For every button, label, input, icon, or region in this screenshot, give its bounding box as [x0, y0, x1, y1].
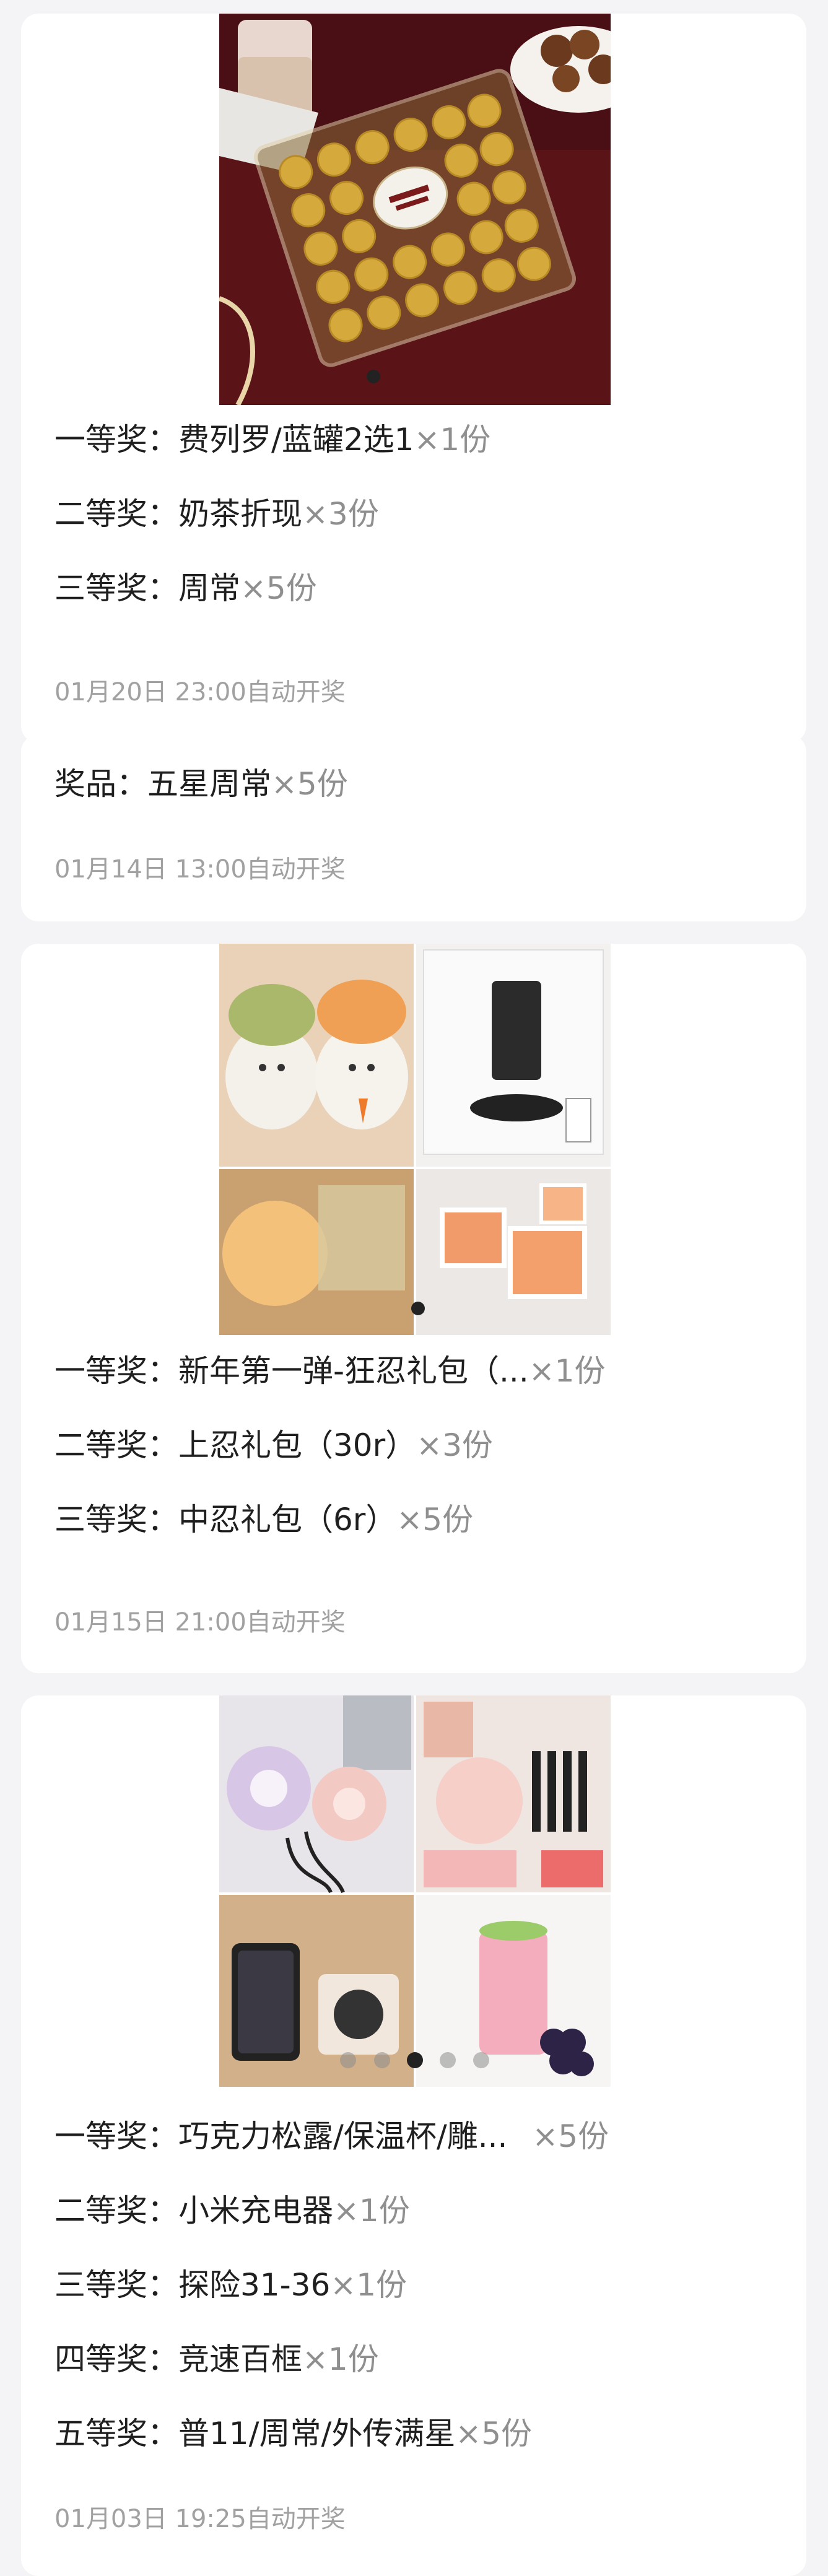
prize-rank-label: 四等奖： — [54, 2341, 178, 2377]
prize-quantity: ×5份 — [240, 570, 317, 606]
prize-rank-label: 五等奖： — [54, 2416, 178, 2452]
prize-rank-label: 一等奖： — [54, 422, 178, 458]
prize-name: 中忍礼包（6r） — [178, 1502, 397, 1538]
prize-quantity: ×5份 — [271, 766, 348, 802]
carousel-dot[interactable] — [440, 2052, 456, 2068]
prize-name: 竞速百框 — [178, 2341, 302, 2377]
lottery-card-five-star[interactable]: 奖品：五星周常×5份 01月14日 13:00自动开奖 — [21, 734, 806, 921]
prize-image-ferrero[interactable] — [219, 14, 611, 405]
prize-row: 二等奖：上忍礼包（30r）×3份 — [54, 1421, 493, 1470]
lottery-card-chocolate-truffle[interactable]: 一等奖：巧克力松露/保温杯/雕... ×5份 二等奖：小米充电器×1份 三等奖：探… — [21, 1695, 806, 2576]
prize-name: 小米充电器 — [178, 2193, 333, 2229]
prize-image-collage-2[interactable] — [219, 1695, 611, 2087]
draw-time: 01月15日 21:00自动开奖 — [54, 1608, 346, 1637]
draw-time: 01月03日 19:25自动开奖 — [54, 2505, 346, 2533]
chocolate-box-illustration — [219, 14, 611, 405]
prize-row: 二等奖：小米充电器×1份 — [54, 2186, 410, 2235]
draw-time: 01月14日 13:00自动开奖 — [54, 855, 346, 884]
prize-row: 三等奖：周常×5份 — [54, 564, 317, 613]
prize-name: 上忍礼包（30r） — [178, 1427, 417, 1463]
prize-rank-label: 二等奖： — [54, 496, 178, 532]
carousel-dot-active[interactable] — [367, 370, 380, 383]
carousel-dot[interactable] — [473, 2052, 489, 2068]
prize-row: 五等奖：普11/周常/外传满星×5份 — [54, 2409, 532, 2458]
prize-row: 二等奖：奶茶折现×3份 — [54, 489, 379, 539]
prize-quantity: ×1份 — [302, 2341, 379, 2377]
prize-rank-label: 三等奖： — [54, 2267, 178, 2303]
prize-quantity: ×1份 — [414, 422, 491, 458]
prize-rank-label: 三等奖： — [54, 570, 178, 606]
prize-quantity: ×5份 — [532, 2118, 609, 2154]
prize-quantity: ×3份 — [416, 1427, 493, 1463]
lottery-card-ninja-pack[interactable]: 一等奖：新年第一弹-狂忍礼包（...×1份 二等奖：上忍礼包（30r）×3份 三… — [21, 944, 806, 1673]
prize-row: 四等奖：竞速百框×1份 — [54, 2334, 379, 2384]
prize-name: 普11/周常/外传满星 — [178, 2416, 456, 2452]
prize-row: 一等奖：费列罗/蓝罐2选1×1份 — [54, 415, 490, 464]
prize-name: 五星周常 — [147, 766, 271, 802]
collage-illustration-2 — [219, 1695, 611, 2087]
prize-name: 新年第一弹-狂忍礼包（... — [178, 1353, 529, 1389]
prize-quantity: ×1份 — [333, 2193, 410, 2229]
prize-name: 巧克力松露/保温杯/雕... — [178, 2118, 508, 2154]
draw-time: 01月20日 23:00自动开奖 — [54, 678, 346, 707]
prize-row: 三等奖：探险31-36×1份 — [54, 2260, 407, 2310]
lottery-card-ferrero[interactable]: 一等奖：费列罗/蓝罐2选1×1份 二等奖：奶茶折现×3份 三等奖：周常×5份 0… — [21, 14, 806, 743]
prize-rank-label: 二等奖： — [54, 2193, 178, 2229]
prize-rank-label: 二等奖： — [54, 1427, 178, 1463]
carousel-dot[interactable] — [374, 2052, 390, 2068]
prize-row: 三等奖：中忍礼包（6r）×5份 — [54, 1495, 473, 1544]
prize-rank-label: 一等奖： — [54, 2118, 178, 2154]
prize-name: 奶茶折现 — [178, 496, 302, 532]
prize-name: 费列罗/蓝罐2选1 — [178, 422, 414, 458]
prize-row: 一等奖：新年第一弹-狂忍礼包（...×1份 — [54, 1346, 605, 1396]
prize-quantity: ×5份 — [396, 1502, 474, 1538]
prize-rank-label: 三等奖： — [54, 1502, 178, 1538]
prize-name: 探险31-36 — [178, 2267, 331, 2303]
prize-name: 周常 — [178, 570, 240, 606]
prize-quantity: ×3份 — [302, 496, 379, 532]
carousel-dot[interactable] — [340, 2052, 356, 2068]
prize-rank-label: 一等奖： — [54, 1353, 178, 1389]
prize-image-collage[interactable] — [219, 944, 611, 1335]
collage-illustration — [219, 944, 611, 1335]
prize-row: 奖品：五星周常×5份 — [54, 759, 348, 809]
prize-quantity: ×5份 — [455, 2416, 533, 2452]
prize-rank-label: 奖品： — [54, 766, 147, 802]
carousel-dot-active[interactable] — [411, 1302, 425, 1315]
prize-quantity: ×1份 — [330, 2267, 407, 2303]
carousel-dot-active[interactable] — [407, 2052, 423, 2068]
prize-row: 一等奖：巧克力松露/保温杯/雕... ×5份 — [54, 2112, 609, 2161]
prize-quantity: ×1份 — [528, 1353, 606, 1389]
